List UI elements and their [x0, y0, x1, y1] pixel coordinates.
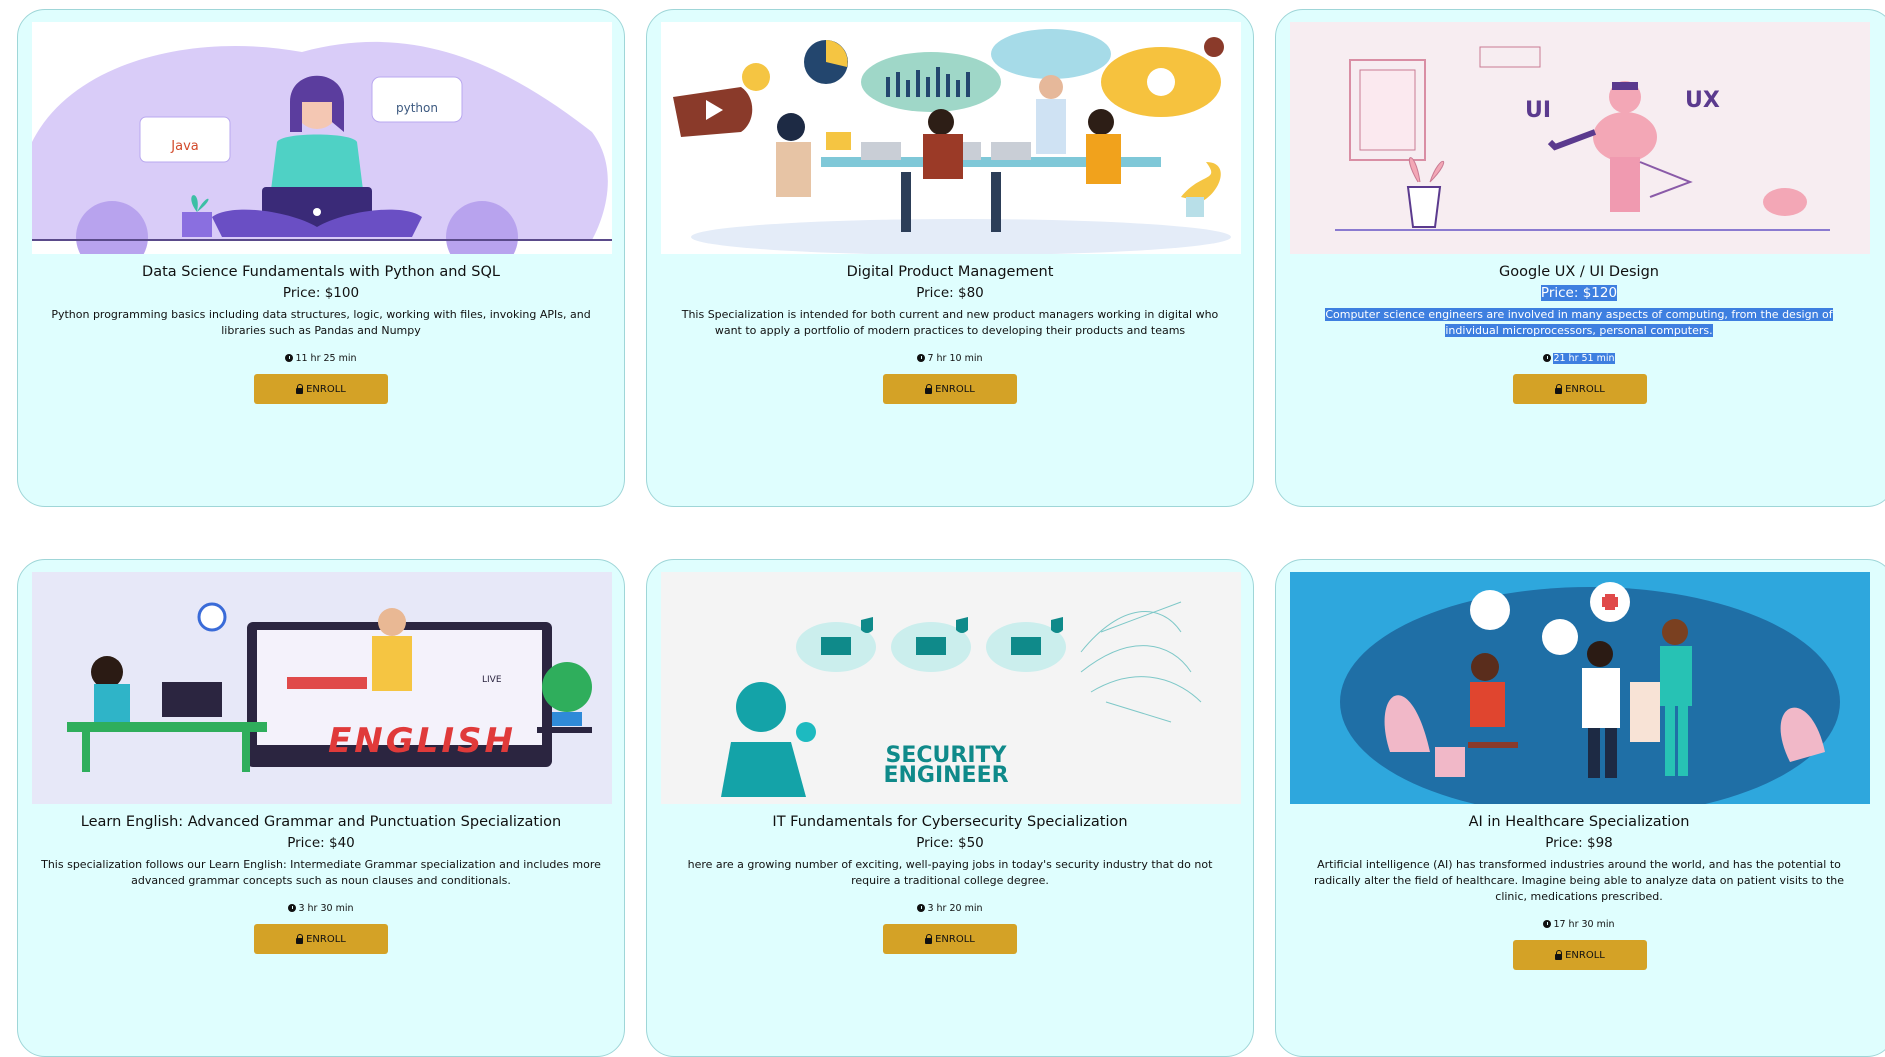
course-duration: 17 hr 30 min — [1276, 919, 1882, 930]
course-duration: 7 hr 10 min — [647, 353, 1253, 364]
course-card: Digital Product Management Price: $80 Th… — [646, 9, 1254, 507]
course-title: Learn English: Advanced Grammar and Punc… — [80, 814, 562, 830]
course-price: Price: $40 — [287, 835, 355, 851]
clock-icon — [285, 354, 294, 362]
course-image: SECURITY ENGINEER — [661, 572, 1241, 804]
course-title: Data Science Fundamentals with Python an… — [142, 264, 500, 280]
duration-text: 3 hr 30 min — [298, 903, 354, 914]
course-card: AI in Healthcare Specialization Price: $… — [1275, 559, 1885, 1057]
course-image: UI UX — [1290, 22, 1870, 254]
course-card: SECURITY ENGINEER IT Fundamentals for Cy… — [646, 559, 1254, 1057]
enroll-label: ENROLL — [935, 383, 975, 395]
course-image — [661, 22, 1241, 254]
svg-text:UX: UX — [1685, 88, 1720, 113]
course-card: LIVE ENGLISH Learn English: Advanced Gra… — [17, 559, 625, 1057]
enroll-button[interactable]: ENROLL — [254, 374, 388, 404]
course-description: This Specialization is intended for both… — [681, 308, 1219, 337]
enroll-button[interactable]: ENROLL — [1513, 940, 1647, 970]
course-image: Java python — [32, 22, 612, 254]
course-image: LIVE ENGLISH — [32, 572, 612, 804]
duration-text: 21 hr 51 min — [1553, 353, 1615, 364]
description-selected-text: Computer science engineers are involved … — [1325, 308, 1833, 337]
enroll-label: ENROLL — [1565, 949, 1605, 961]
lock-icon — [296, 933, 304, 944]
duration-text: 3 hr 20 min — [927, 903, 983, 914]
course-description: Python programming basics including data… — [51, 308, 591, 337]
svg-text:python: python — [396, 101, 438, 115]
course-duration: 3 hr 30 min — [18, 903, 624, 914]
course-description: Artificial intelligence (AI) has transfo… — [1313, 858, 1845, 903]
lock-icon — [1555, 949, 1563, 960]
lock-icon — [1555, 383, 1563, 394]
clock-icon — [1543, 920, 1552, 928]
svg-text:LIVE: LIVE — [482, 675, 502, 685]
course-card: Java python Data Science Fundamentals wi… — [17, 9, 625, 507]
course-description: Computer science engineers are involved … — [1298, 307, 1860, 339]
course-price: Price: $50 — [916, 835, 984, 851]
course-price: Price: $98 — [1545, 835, 1613, 851]
course-grid: Java python Data Science Fundamentals wi… — [0, 0, 1885, 1057]
enroll-button[interactable]: ENROLL — [1513, 374, 1647, 404]
course-description: This specialization follows our Learn En… — [41, 858, 601, 887]
course-title: Digital Product Management — [846, 264, 1054, 280]
enroll-label: ENROLL — [935, 933, 975, 945]
enroll-label: ENROLL — [1565, 383, 1605, 395]
course-price: Price: $80 — [916, 285, 984, 301]
clock-icon — [288, 904, 297, 912]
duration-text: 11 hr 25 min — [295, 353, 357, 364]
course-duration: 21 hr 51 min — [1276, 353, 1882, 364]
svg-text:ENGINEER: ENGINEER — [883, 763, 1008, 788]
lock-icon — [925, 933, 933, 944]
course-description: here are a growing number of exciting, w… — [687, 858, 1213, 887]
duration-text: 7 hr 10 min — [927, 353, 983, 364]
enroll-button[interactable]: ENROLL — [883, 374, 1017, 404]
course-duration: 11 hr 25 min — [18, 353, 624, 364]
course-duration: 3 hr 20 min — [647, 903, 1253, 914]
course-title: IT Fundamentals for Cybersecurity Specia… — [772, 814, 1128, 830]
course-price: Price: $120 — [1276, 285, 1882, 301]
course-card: UI UX Google UX / UI Design Price: $120 … — [1275, 9, 1885, 507]
course-image — [1290, 572, 1870, 804]
duration-text: 17 hr 30 min — [1553, 919, 1615, 930]
svg-text:UI: UI — [1525, 98, 1551, 123]
svg-text:Java: Java — [170, 139, 198, 154]
svg-text:ENGLISH: ENGLISH — [328, 721, 516, 761]
clock-icon — [917, 904, 926, 912]
course-title: Google UX / UI Design — [1499, 264, 1659, 280]
enroll-label: ENROLL — [306, 383, 346, 395]
enroll-label: ENROLL — [306, 933, 346, 945]
clock-icon — [1543, 354, 1552, 362]
clock-icon — [917, 354, 926, 362]
course-title: AI in Healthcare Specialization — [1468, 814, 1690, 830]
enroll-button[interactable]: ENROLL — [883, 924, 1017, 954]
price-selected-text: Price: $120 — [1540, 285, 1618, 301]
course-price: Price: $100 — [282, 285, 360, 301]
enroll-button[interactable]: ENROLL — [254, 924, 388, 954]
lock-icon — [296, 383, 304, 394]
lock-icon — [925, 383, 933, 394]
